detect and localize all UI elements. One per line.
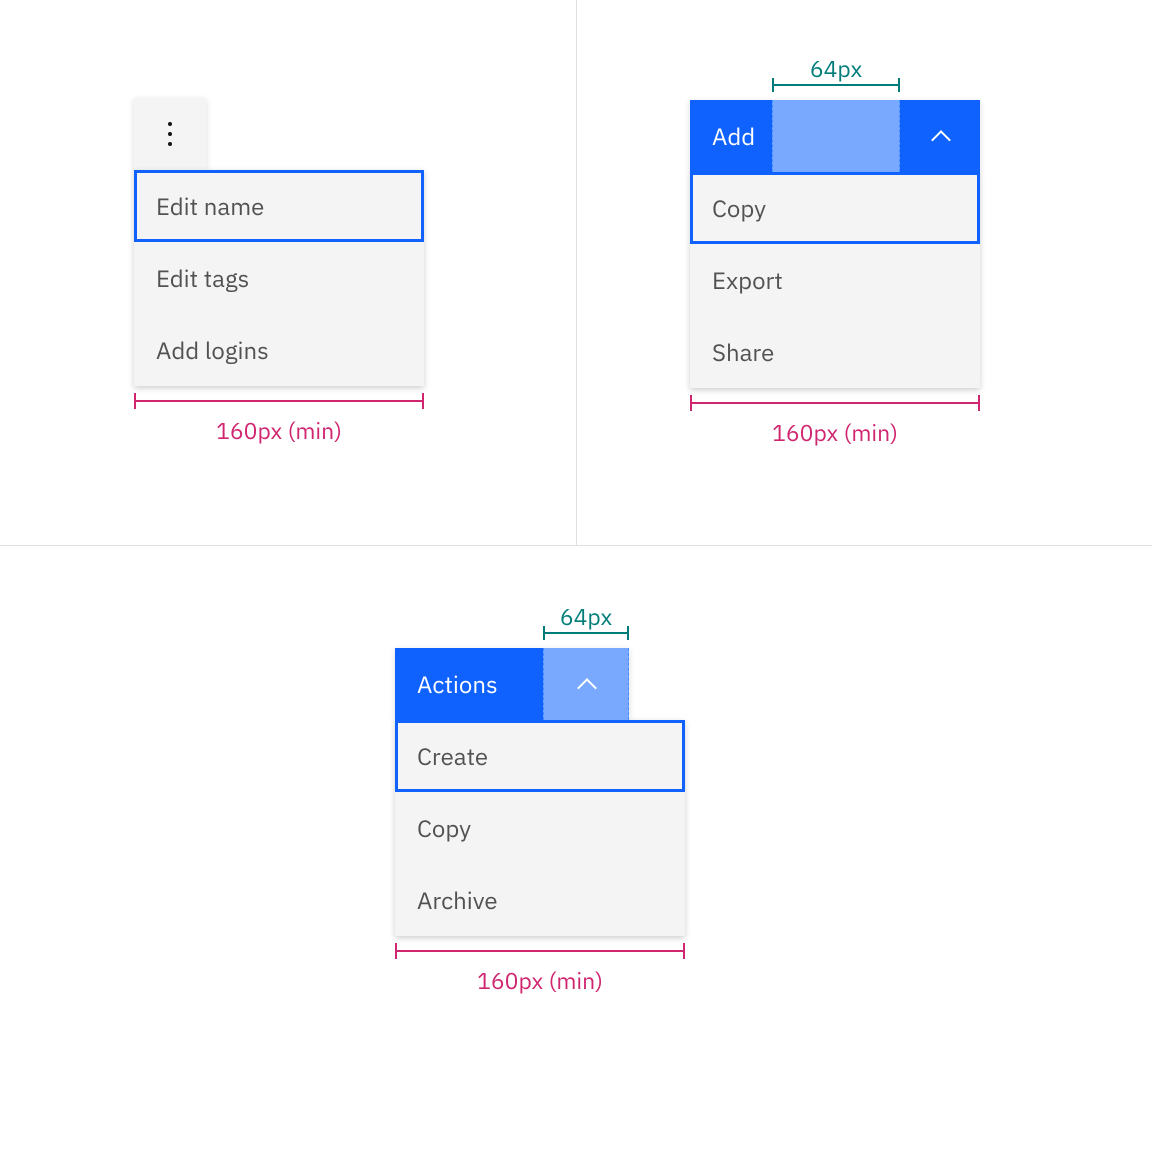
split-button-main[interactable]: Add (690, 100, 772, 172)
overflow-menu-button[interactable] (134, 98, 206, 170)
kebab-icon (168, 122, 172, 146)
trigger-width-label: 64px (543, 602, 629, 632)
menu-item-edit-name[interactable]: Edit name (134, 170, 424, 242)
split-button-actions-example: 64px Actions Create Copy Archive 160px (… (395, 602, 685, 996)
button-label: Actions (417, 668, 498, 700)
overflow-menu-example: Edit name Edit tags Add logins 160px (mi… (134, 98, 424, 446)
menu-item-label: Archive (417, 884, 498, 916)
menu-item-copy[interactable]: Copy (690, 172, 980, 244)
overflow-menu: Edit name Edit tags Add logins (134, 170, 424, 386)
split-button: Add (690, 100, 980, 172)
split-button-menu: Create Copy Archive (395, 720, 685, 936)
vertical-divider (576, 0, 577, 545)
trigger-width-annotation: 64px (395, 602, 685, 646)
width-annotation: 160px (min) (134, 400, 424, 446)
menu-item-share[interactable]: Share (690, 316, 980, 388)
split-button: Actions (395, 648, 629, 720)
trigger-width-annotation: 64px (690, 54, 980, 98)
menu-item-label: Export (712, 264, 783, 296)
chevron-up-icon (932, 128, 948, 144)
button-label: Add (712, 120, 755, 152)
horizontal-divider (0, 545, 1152, 546)
menu-item-copy[interactable]: Copy (395, 792, 685, 864)
split-button-spacer (772, 100, 900, 172)
menu-item-label: Copy (712, 192, 766, 224)
menu-item-add-logins[interactable]: Add logins (134, 314, 424, 386)
chevron-up-icon (578, 676, 594, 692)
menu-item-label: Edit name (156, 190, 264, 222)
menu-item-label: Add logins (156, 334, 269, 366)
split-button-main[interactable]: Actions (395, 648, 543, 720)
split-button-add-example: 64px Add Copy Export Share 160px (min) (690, 54, 980, 448)
menu-item-label: Share (712, 336, 774, 368)
menu-item-export[interactable]: Export (690, 244, 980, 316)
width-annotation-label: 160px (min) (134, 416, 424, 446)
width-annotation-label: 160px (min) (690, 418, 980, 448)
split-button-caret[interactable] (900, 100, 980, 172)
menu-item-label: Copy (417, 812, 471, 844)
menu-item-create[interactable]: Create (395, 720, 685, 792)
menu-item-label: Create (417, 740, 488, 772)
width-annotation-label: 160px (min) (395, 966, 685, 996)
split-button-caret[interactable] (543, 648, 629, 720)
menu-item-archive[interactable]: Archive (395, 864, 685, 936)
width-annotation: 160px (min) (395, 950, 685, 996)
width-annotation: 160px (min) (690, 402, 980, 448)
menu-item-label: Edit tags (156, 262, 249, 294)
trigger-width-label: 64px (772, 54, 900, 84)
split-button-menu: Copy Export Share (690, 172, 980, 388)
menu-item-edit-tags[interactable]: Edit tags (134, 242, 424, 314)
